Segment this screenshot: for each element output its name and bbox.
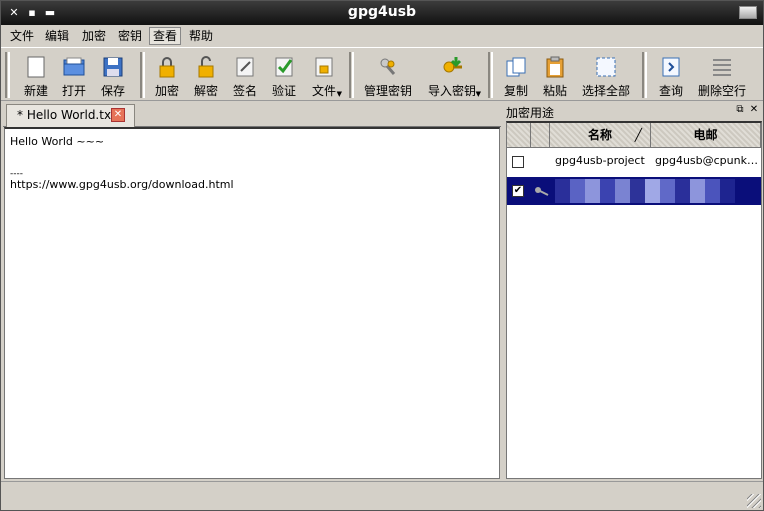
encrypt-button[interactable]: 加密 bbox=[149, 52, 185, 100]
file-lock-icon bbox=[315, 57, 333, 77]
toolbar-grip[interactable] bbox=[349, 52, 354, 98]
key-row-selected[interactable]: ✔ bbox=[507, 177, 761, 205]
paste-button[interactable]: 粘贴 bbox=[537, 52, 573, 100]
encrypt-label: 加密 bbox=[154, 84, 179, 98]
decrypt-label: 解密 bbox=[193, 84, 218, 98]
lookup-label: 查询 bbox=[658, 84, 683, 98]
toolbar-grip[interactable] bbox=[488, 52, 493, 98]
open-label: 打开 bbox=[61, 84, 86, 98]
column-header-check[interactable] bbox=[507, 123, 531, 148]
editor-line: Hello World ~~~ bbox=[10, 135, 105, 148]
manage-keys-label: 管理密钥 bbox=[363, 84, 412, 98]
key-email: gpg4usb@cpunk.org bbox=[655, 154, 761, 167]
maximize-icon[interactable] bbox=[739, 6, 757, 19]
save-button[interactable]: 保存 bbox=[94, 52, 132, 100]
lock-open-icon bbox=[198, 56, 214, 78]
toolbar-grip[interactable] bbox=[642, 52, 647, 98]
menu-edit[interactable]: 编辑 bbox=[42, 28, 72, 46]
import-key-label: 导入密钥 bbox=[427, 84, 476, 98]
editor-line: https://www.gpg4usb.org/download.html bbox=[10, 178, 234, 191]
select-all-label: 选择全部 bbox=[581, 84, 630, 98]
tab-close-icon[interactable]: ✕ bbox=[111, 108, 125, 122]
encrypt-for-dock: 加密用途 ⧉ ✕ 名称 ╱ 电邮 gpg4usb-project gpg4usb… bbox=[504, 102, 763, 479]
new-button[interactable]: 新建 bbox=[17, 52, 55, 100]
float-dock-icon[interactable]: ⧉ bbox=[734, 104, 746, 116]
new-file-icon bbox=[27, 56, 45, 78]
text-editor[interactable]: Hello World ~~~ ---- https://www.gpg4usb… bbox=[4, 127, 500, 479]
select-all-button[interactable]: 选择全部 bbox=[578, 52, 634, 100]
paste-label: 粘贴 bbox=[542, 84, 567, 98]
key-checkbox[interactable]: ✔ bbox=[512, 185, 524, 197]
key-pair-icon bbox=[535, 187, 549, 196]
copy-button[interactable]: 复制 bbox=[498, 52, 534, 100]
menu-keys[interactable]: 密钥 bbox=[115, 28, 145, 46]
verify-button[interactable]: 验证 bbox=[266, 52, 302, 100]
keys-icon bbox=[380, 58, 396, 75]
menu-crypt[interactable]: 加密 bbox=[79, 28, 109, 46]
lookup-button[interactable]: 查询 bbox=[653, 52, 689, 100]
column-header-name[interactable]: 名称 ╱ bbox=[550, 123, 651, 148]
sign-button[interactable]: 签名 bbox=[227, 52, 263, 100]
quote-arrow-icon bbox=[662, 57, 680, 77]
column-header-type[interactable] bbox=[531, 123, 550, 148]
lines-icon bbox=[713, 59, 731, 76]
verify-check-icon bbox=[275, 57, 293, 77]
column-header-email[interactable]: 电邮 bbox=[651, 123, 761, 148]
menu-bar: 文件 编辑 加密 密钥 查看 帮助 bbox=[1, 25, 763, 47]
verify-label: 验证 bbox=[271, 84, 296, 98]
tab-hello-world[interactable]: * Hello World.txt ✕ bbox=[6, 104, 135, 127]
column-name-label: 名称 bbox=[587, 128, 612, 142]
sort-indicator-icon: ╱ bbox=[634, 128, 642, 142]
menu-help[interactable]: 帮助 bbox=[186, 28, 216, 46]
toolbar-grip[interactable] bbox=[5, 52, 10, 98]
key-name: gpg4usb-project bbox=[555, 154, 645, 167]
key-checkbox[interactable] bbox=[512, 156, 524, 168]
save-label: 保存 bbox=[100, 84, 125, 98]
column-email-label: 电邮 bbox=[693, 128, 718, 142]
menu-view[interactable]: 查看 bbox=[149, 27, 182, 45]
delete-blank-lines-button[interactable]: 删除空行 bbox=[694, 52, 750, 100]
lock-closed-icon bbox=[159, 57, 175, 78]
copy-label: 复制 bbox=[503, 84, 528, 98]
delete-blank-lines-label: 删除空行 bbox=[697, 84, 746, 98]
title-bar: ✕ ▪ ▬ gpg4usb bbox=[1, 1, 763, 25]
redacted-key-info bbox=[555, 179, 735, 203]
copy-icon bbox=[506, 57, 526, 77]
decrypt-button[interactable]: 解密 bbox=[188, 52, 224, 100]
paste-clipboard-icon bbox=[546, 56, 564, 78]
resize-grip-icon[interactable] bbox=[747, 494, 761, 508]
close-dock-icon[interactable]: ✕ bbox=[748, 104, 760, 116]
open-folder-icon bbox=[63, 57, 85, 76]
import-key-button[interactable]: 导入密钥 ▼ bbox=[423, 52, 481, 100]
window-title: gpg4usb bbox=[347, 4, 417, 20]
key-list[interactable]: 名称 ╱ 电邮 gpg4usb-project gpg4usb@cpunk.or… bbox=[506, 121, 762, 479]
editor-tab-bar: * Hello World.txt ✕ bbox=[3, 102, 501, 127]
dock-title: 加密用途 bbox=[506, 106, 555, 120]
save-disk-icon bbox=[103, 57, 123, 77]
status-bar bbox=[1, 481, 763, 510]
tab-label: * Hello World.txt bbox=[17, 108, 116, 122]
key-row[interactable]: gpg4usb-project gpg4usb@cpunk.org bbox=[507, 148, 761, 176]
app-window: ✕ ▪ ▬ gpg4usb 文件 编辑 加密 密钥 查看 帮助 新建 打开 保存 bbox=[0, 0, 764, 511]
manage-keys-button[interactable]: 管理密钥 bbox=[359, 52, 417, 100]
dropdown-arrow-icon: ▼ bbox=[336, 90, 342, 98]
toolbar: 新建 打开 保存 加密 解密 签名 验证 文件 ▼ 管理密钥 导入密钥 ▼ 复制… bbox=[1, 47, 763, 101]
import-key-icon bbox=[443, 57, 462, 73]
new-label: 新建 bbox=[23, 84, 48, 98]
toolbar-grip[interactable] bbox=[140, 52, 145, 98]
sign-label: 签名 bbox=[232, 84, 257, 98]
file-button[interactable]: 文件 ▼ bbox=[306, 52, 342, 100]
select-all-icon bbox=[596, 57, 616, 77]
dropdown-arrow-icon: ▼ bbox=[475, 90, 481, 98]
sign-document-icon bbox=[236, 57, 254, 77]
open-button[interactable]: 打开 bbox=[55, 52, 93, 100]
menu-file[interactable]: 文件 bbox=[7, 28, 37, 46]
